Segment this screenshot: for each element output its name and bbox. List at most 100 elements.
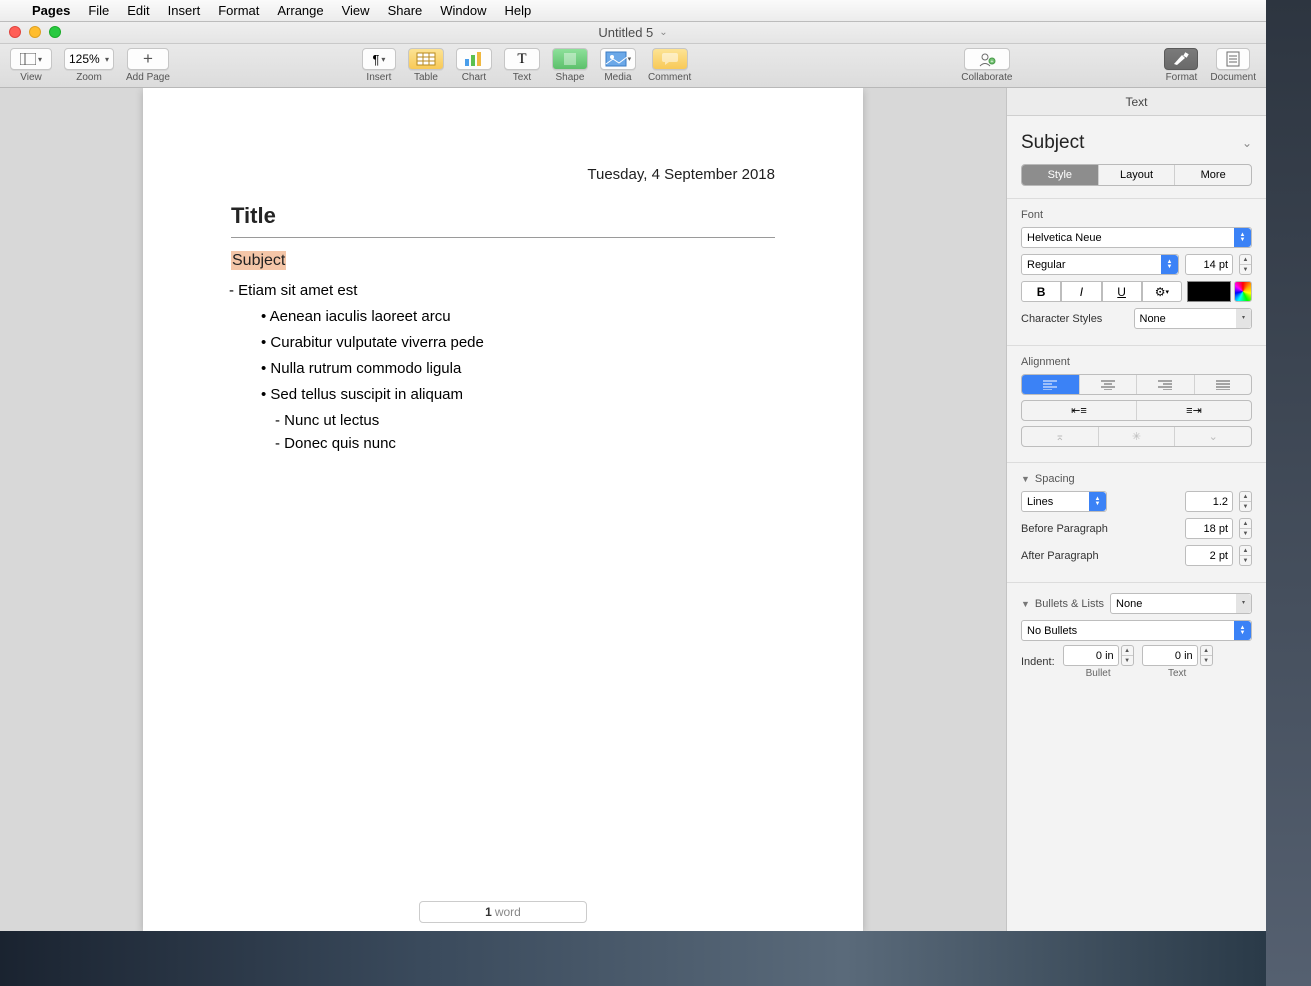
add-page-button[interactable]: + [127, 48, 169, 70]
text-color-swatch[interactable] [1187, 281, 1231, 302]
updown-icon: ▲▼ [1234, 621, 1251, 640]
list-item[interactable]: Etiam sit amet est [231, 282, 775, 299]
table-button[interactable] [408, 48, 444, 70]
font-size-field[interactable]: 14 pt [1185, 254, 1233, 275]
outdent-icon: ⇤≡ [1071, 404, 1087, 417]
chevron-down-icon: ▾ [628, 55, 632, 63]
format-button[interactable] [1164, 48, 1198, 70]
valign-middle-button[interactable]: ✳ [1099, 427, 1176, 446]
bullets-type-select[interactable]: No Bullets ▲▼ [1021, 620, 1252, 641]
shape-button[interactable] [552, 48, 588, 70]
list-item[interactable]: Sed tellus suscipit in aliquam [231, 386, 775, 403]
zoom-button[interactable] [49, 26, 61, 38]
window-title[interactable]: Untitled 5 ⌄ [598, 25, 667, 40]
list-item[interactable]: Nunc ut lectus [275, 412, 775, 429]
document-date[interactable]: Tuesday, 4 September 2018 [231, 166, 775, 183]
menu-format[interactable]: Format [218, 3, 259, 18]
outdent-button[interactable]: ⇤≡ [1022, 401, 1137, 420]
spacing-mode-select[interactable]: Lines ▲▼ [1021, 491, 1107, 512]
disclosure-triangle-icon: ▼ [1021, 599, 1030, 609]
text-icon: T [517, 51, 526, 68]
before-paragraph-stepper[interactable]: ▲▼ [1239, 518, 1252, 539]
alignment-label: Alignment [1021, 356, 1252, 368]
text-indent-stepper[interactable]: ▲▼ [1200, 645, 1213, 666]
align-right-icon [1158, 380, 1172, 390]
zoom-value: 125% [69, 52, 100, 66]
font-style-select[interactable]: Regular ▲▼ [1021, 254, 1179, 275]
format-label: Format [1166, 72, 1198, 83]
align-left-button[interactable] [1022, 375, 1080, 394]
spacing-header[interactable]: ▼Spacing [1021, 473, 1252, 485]
after-paragraph-field[interactable]: 2 pt [1185, 545, 1233, 566]
spacing-stepper[interactable]: ▲▼ [1239, 491, 1252, 512]
menu-help[interactable]: Help [505, 3, 532, 18]
updown-icon: ▲▼ [1161, 255, 1178, 274]
zoom-select[interactable]: 125% ▾ [64, 48, 114, 70]
document-page[interactable]: Tuesday, 4 September 2018 Title Subject … [143, 88, 863, 931]
minimize-button[interactable] [29, 26, 41, 38]
valign-top-button[interactable]: ⌅ [1022, 427, 1099, 446]
comment-button[interactable] [652, 48, 688, 70]
inspector-tab-text[interactable]: Text [1007, 88, 1266, 116]
menu-share[interactable]: Share [388, 3, 423, 18]
document-icon [1226, 51, 1240, 67]
word-count[interactable]: 1 word [419, 901, 587, 923]
indent-seg: ⇤≡ ≡⇥ [1021, 400, 1252, 421]
chevron-down-icon: ▾ [105, 55, 109, 64]
paragraph-style-select[interactable]: Subject ⌄ [1007, 116, 1266, 164]
italic-button[interactable]: I [1061, 281, 1101, 302]
valign-top-icon: ⌅ [1055, 430, 1064, 443]
tab-more[interactable]: More [1175, 165, 1251, 185]
menu-arrange[interactable]: Arrange [277, 3, 323, 18]
text-options-button[interactable]: ⚙▾ [1142, 281, 1182, 302]
bullets-preset-select[interactable]: None ▾ [1110, 593, 1252, 614]
font-family-select[interactable]: Helvetica Neue ▲▼ [1021, 227, 1252, 248]
align-justify-button[interactable] [1195, 375, 1252, 394]
tab-style[interactable]: Style [1022, 165, 1099, 185]
text-indent-field[interactable]: 0 in [1142, 645, 1198, 666]
text-button[interactable]: T [504, 48, 540, 70]
character-styles-select[interactable]: None ▾ [1134, 308, 1253, 329]
tab-layout[interactable]: Layout [1099, 165, 1176, 185]
align-center-button[interactable] [1080, 375, 1138, 394]
list-item[interactable]: Aenean iaculis laoreet arcu [231, 308, 775, 325]
app-menu[interactable]: Pages [32, 3, 70, 18]
spacing-value-field[interactable]: 1.2 [1185, 491, 1233, 512]
menu-edit[interactable]: Edit [127, 3, 149, 18]
bold-button[interactable]: B [1021, 281, 1061, 302]
document-title[interactable]: Title [231, 203, 775, 238]
collaborate-icon: + [977, 51, 997, 67]
menu-window[interactable]: Window [440, 3, 486, 18]
insert-button[interactable]: ¶ ▾ [362, 48, 396, 70]
media-button[interactable]: ▾ [600, 48, 636, 70]
close-button[interactable] [9, 26, 21, 38]
menu-view[interactable]: View [342, 3, 370, 18]
after-paragraph-stepper[interactable]: ▲▼ [1239, 545, 1252, 566]
valign-bottom-button[interactable]: ⌄ [1175, 427, 1251, 446]
chart-button[interactable] [456, 48, 492, 70]
before-paragraph-field[interactable]: 18 pt [1185, 518, 1233, 539]
bullets-header[interactable]: ▼Bullets & Lists [1021, 598, 1104, 610]
color-picker-button[interactable] [1234, 281, 1252, 302]
chevron-down-icon: ▾ [381, 55, 385, 64]
document-canvas[interactable]: Tuesday, 4 September 2018 Title Subject … [0, 88, 1006, 931]
view-button[interactable]: ▾ [10, 48, 52, 70]
menu-insert[interactable]: Insert [168, 3, 201, 18]
bullet-indent-stepper[interactable]: ▲▼ [1121, 645, 1134, 666]
list-item[interactable]: Curabitur vulputate viverra pede [231, 334, 775, 351]
underline-button[interactable]: U [1102, 281, 1142, 302]
document-subject[interactable]: Subject [231, 251, 286, 270]
spacing-label: Spacing [1035, 473, 1075, 485]
bullet-indent-field[interactable]: 0 in [1063, 645, 1119, 666]
menu-file[interactable]: File [88, 3, 109, 18]
font-family-value: Helvetica Neue [1027, 232, 1102, 244]
document-button[interactable] [1216, 48, 1250, 70]
align-right-button[interactable] [1137, 375, 1195, 394]
collaborate-button[interactable]: + [964, 48, 1010, 70]
bullets-preset-value: None [1116, 598, 1142, 610]
indent-button[interactable]: ≡⇥ [1137, 401, 1251, 420]
font-size-stepper[interactable]: ▲▼ [1239, 254, 1252, 275]
list-item[interactable]: Nulla rutrum commodo ligula [231, 360, 775, 377]
desktop-background [1266, 0, 1311, 986]
list-item[interactable]: Donec quis nunc [275, 435, 775, 452]
